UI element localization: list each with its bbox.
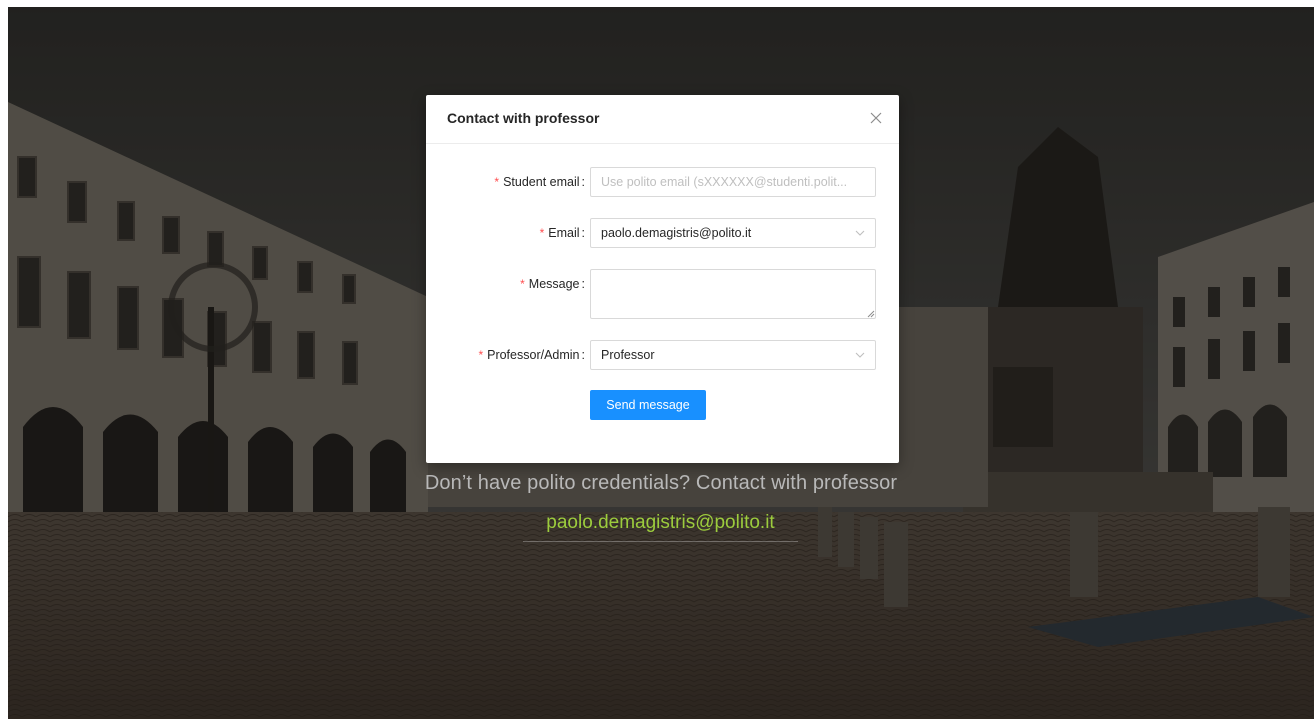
login-screen: Don’t have polito credentials? Contact w… xyxy=(8,7,1314,719)
modal-title: Contact with professor xyxy=(447,110,600,126)
chevron-down-icon xyxy=(855,230,865,236)
email-select-value: paolo.demagistris@polito.it xyxy=(601,226,752,240)
label-colon: : xyxy=(581,348,585,362)
role-select-value: Professor xyxy=(601,348,655,362)
required-mark: * xyxy=(494,175,500,189)
no-credentials-text: Don’t have polito credentials? Contact w… xyxy=(424,472,898,494)
required-mark: * xyxy=(478,348,484,362)
contact-professor-modal: Contact with professor *Student email: *… xyxy=(426,95,899,463)
required-mark: * xyxy=(539,226,545,240)
student-email-label-text: Student email xyxy=(503,175,580,189)
email-label-text: Email xyxy=(548,226,580,240)
role-select[interactable]: Professor xyxy=(590,340,876,370)
message-label: * Message: xyxy=(520,277,585,291)
message-label-text: Message xyxy=(528,277,580,291)
close-button[interactable] xyxy=(865,107,887,129)
label-colon: : xyxy=(581,277,585,291)
message-textarea[interactable] xyxy=(590,269,876,319)
label-colon: : xyxy=(581,226,585,240)
send-message-button[interactable]: Send message xyxy=(590,390,706,420)
required-mark: * xyxy=(520,277,525,291)
close-icon xyxy=(870,112,882,124)
chevron-down-icon xyxy=(855,352,865,358)
email-label: * Email: xyxy=(540,226,585,240)
role-label: * Professor/Admin: xyxy=(478,348,585,362)
modal-header: Contact with professor xyxy=(426,95,899,144)
professor-email-link[interactable]: paolo.demagistris@polito.it xyxy=(523,507,798,542)
student-email-input[interactable] xyxy=(590,167,876,197)
student-email-label: * Student email: xyxy=(494,175,585,189)
email-select[interactable]: paolo.demagistris@polito.it xyxy=(590,218,876,248)
label-colon: : xyxy=(581,175,585,189)
role-label-text: Professor/Admin xyxy=(487,348,580,362)
